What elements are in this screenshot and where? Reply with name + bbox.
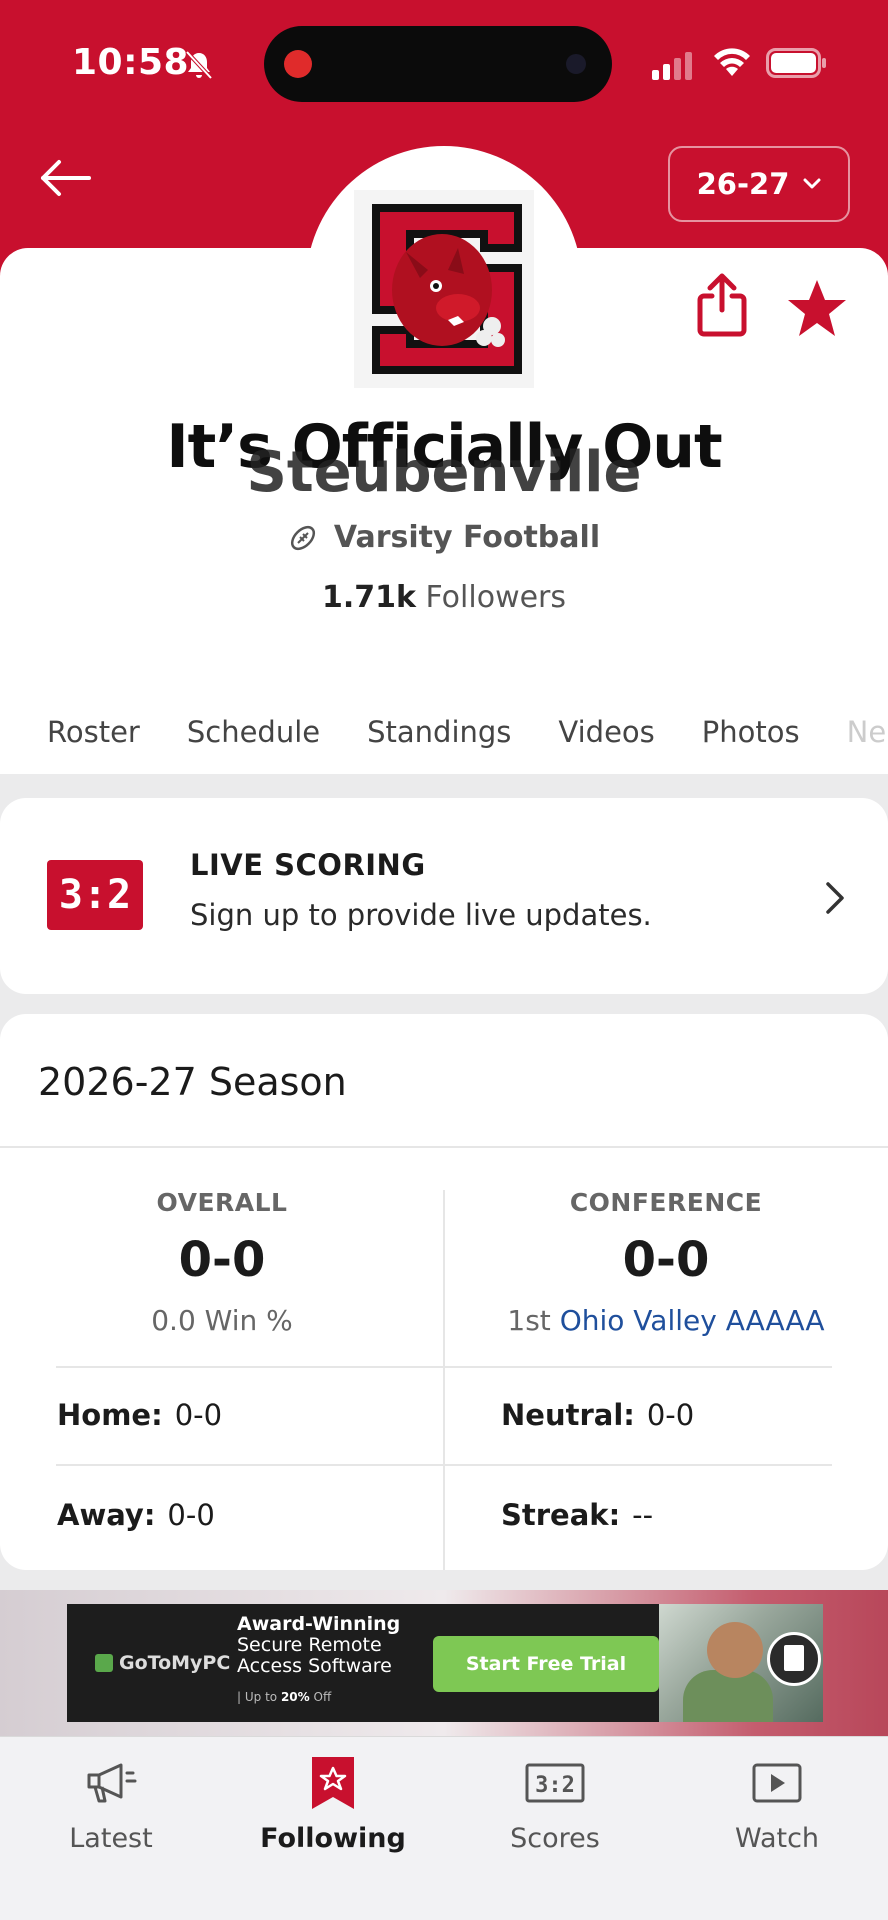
tab-videos[interactable]: Videos <box>558 715 654 749</box>
tab-photos[interactable]: Photos <box>702 715 800 749</box>
tab-roster[interactable]: Roster <box>47 715 140 749</box>
conference-rank: 1st <box>507 1304 551 1337</box>
camera-lens-icon <box>566 54 586 74</box>
home-label: Home: <box>57 1398 163 1432</box>
sport-label: Varsity Football <box>333 520 601 555</box>
live-scoring-card[interactable]: 3:2 LIVE SCORING Sign up to provide live… <box>0 798 888 994</box>
arrow-left-icon <box>41 160 91 196</box>
sport-line: Varsity Football <box>0 520 888 555</box>
nav-watch[interactable]: Watch <box>666 1755 888 1854</box>
conference-standing: 1st Ohio Valley AAAAA <box>444 1304 888 1337</box>
play-icon <box>752 1763 802 1803</box>
nav-latest[interactable]: Latest <box>0 1755 222 1854</box>
ad-cta-button[interactable]: Start Free Trial <box>433 1636 659 1692</box>
ad-headline: Award-Winning Secure Remote Access Softw… <box>237 1614 400 1677</box>
nav-latest-label: Latest <box>69 1823 153 1854</box>
nav-scores-label: Scores <box>510 1823 600 1854</box>
season-record-card: 2026-27 Season OVERALL 0-0 0.0 Win % CON… <box>0 1014 888 1570</box>
ad-fine-bold: 20% <box>280 1690 310 1704</box>
neutral-value: 0-0 <box>646 1398 695 1432</box>
football-icon <box>290 525 315 550</box>
signal-icon <box>652 52 692 80</box>
star-icon[interactable] <box>786 278 848 338</box>
ad-brand: GoToMyPC <box>119 1652 231 1674</box>
away-record: Away: 0-0 <box>57 1498 215 1532</box>
ad-brand-logo: GoToMyPC <box>95 1652 230 1674</box>
bookmark-star-icon <box>312 1757 354 1809</box>
ad-headline-line1: Award-Winning <box>237 1613 401 1635</box>
ad-banner-area: GoToMyPC Award-Winning Secure Remote Acc… <box>0 1590 888 1736</box>
neutral-record: Neutral: 0-0 <box>501 1398 694 1432</box>
scoreboard-icon: 3:2 <box>525 1763 585 1803</box>
dynamic-island <box>264 26 612 102</box>
ad-person-head <box>707 1622 763 1678</box>
divider <box>56 1366 832 1368</box>
tab-bar: Roster Schedule Standings Videos Photos … <box>0 690 888 774</box>
battery-icon <box>766 48 826 78</box>
followers-label: Followers <box>425 580 567 615</box>
bell-off-icon <box>185 50 213 80</box>
gotomypc-logo-icon <box>95 1654 113 1672</box>
status-time: 10:58 <box>72 42 190 83</box>
team-name: Steubenville <box>246 440 642 505</box>
chevron-down-icon <box>803 178 821 189</box>
ad-fine-print: | Up to 20% Off <box>237 1690 331 1704</box>
tab-schedule[interactable]: Schedule <box>187 715 320 749</box>
divider <box>56 1464 832 1466</box>
live-scoring-badge-icon: 3:2 <box>47 860 143 930</box>
ad-headline-line3: Access Software <box>237 1655 392 1677</box>
tab-standings[interactable]: Standings <box>367 715 511 749</box>
streak-record: Streak: -- <box>501 1498 653 1532</box>
neutral-label: Neutral: <box>501 1398 635 1432</box>
ad-headline-line2: Secure Remote <box>237 1634 382 1656</box>
season-title: 2026-27 Season <box>38 1060 347 1104</box>
live-scoring-subtitle: Sign up to provide live updates. <box>190 898 652 932</box>
followers-number: 1.71k <box>321 580 416 615</box>
overall-label: OVERALL <box>156 1188 288 1217</box>
divider <box>0 1146 888 1148</box>
overall-record: 0-0 <box>178 1232 266 1288</box>
recording-indicator-icon <box>284 50 312 78</box>
svg-text:3:2: 3:2 <box>535 1773 575 1798</box>
streak-value: -- <box>632 1498 654 1532</box>
home-value: 0-0 <box>174 1398 223 1432</box>
nav-following[interactable]: Following <box>222 1755 444 1854</box>
ad-person-body <box>683 1670 773 1722</box>
team-logo <box>354 190 534 388</box>
live-scoring-title: LIVE SCORING <box>190 848 426 882</box>
tab-news[interactable]: Ne <box>847 715 887 749</box>
nav-scores[interactable]: 3:2 Scores <box>444 1755 666 1854</box>
streak-label: Streak: <box>501 1498 621 1532</box>
nav-following-label: Following <box>260 1823 406 1854</box>
chevron-right-icon <box>826 882 844 914</box>
ad-banner[interactable]: GoToMyPC Award-Winning Secure Remote Acc… <box>67 1604 823 1722</box>
overall-win-pct: 0.0 Win % <box>151 1304 293 1337</box>
season-selector-label: 26-27 <box>696 167 790 201</box>
bottom-nav: Latest Following 3:2 Scores Watch <box>0 1736 888 1920</box>
share-icon[interactable] <box>692 272 752 338</box>
megaphone-icon <box>87 1763 137 1803</box>
ad-fine-prefix: | Up to <box>237 1690 278 1704</box>
conference-link[interactable]: Ohio Valley AAAAA <box>560 1304 825 1337</box>
conference-label: CONFERENCE <box>569 1188 763 1217</box>
award-badge-icon <box>767 1632 821 1686</box>
home-record: Home: 0-0 <box>57 1398 222 1432</box>
ad-fine-suffix: Off <box>313 1690 332 1704</box>
wifi-icon <box>714 48 750 76</box>
back-button[interactable] <box>34 150 96 206</box>
season-selector[interactable]: 26-27 <box>668 146 850 222</box>
conference-record: 0-0 <box>622 1232 710 1288</box>
nav-watch-label: Watch <box>734 1823 820 1854</box>
away-value: 0-0 <box>167 1498 215 1532</box>
followers-count[interactable]: 1.71k Followers <box>0 580 888 615</box>
status-bar: 10:58 <box>0 0 888 130</box>
away-label: Away: <box>57 1498 156 1532</box>
